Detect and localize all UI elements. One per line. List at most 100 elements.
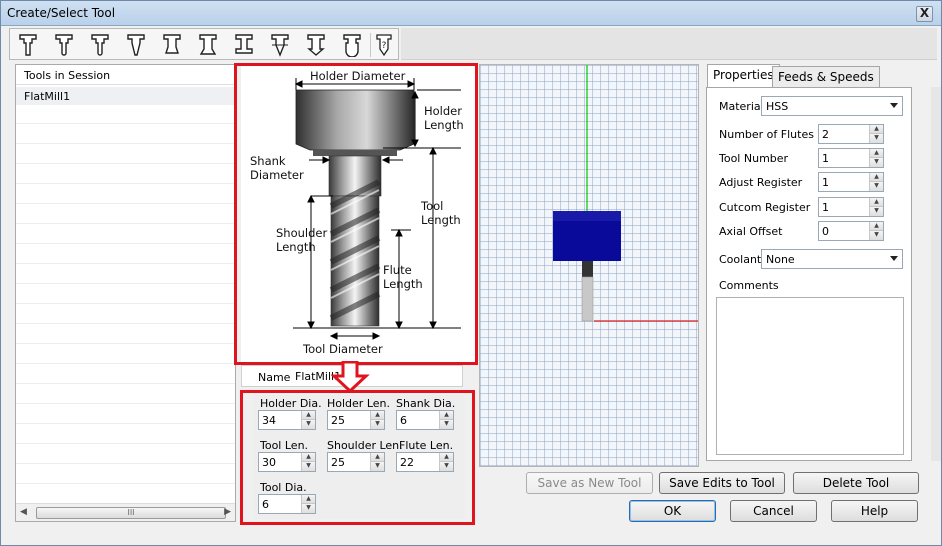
dovetail-mill-icon [199, 34, 217, 55]
tool-name-input[interactable] [293, 367, 461, 385]
custom-tool-button[interactable]: ? [372, 32, 396, 58]
title-bar: Create/Select Tool X [1, 1, 941, 26]
ball-mill-button[interactable] [84, 32, 116, 58]
chamfer-mill-icon [163, 34, 181, 54]
tool-number-field[interactable]: 1 ▲ ▼ [818, 148, 884, 168]
coolant-value: None [766, 253, 795, 266]
list-divider [16, 383, 235, 384]
material-select[interactable]: HSS [761, 96, 903, 116]
list-divider [16, 283, 235, 284]
scroll-right-icon[interactable]: ▶ [224, 507, 231, 517]
axial-offset-value: 0 [822, 225, 829, 238]
list-divider [16, 203, 235, 204]
properties-scrollbar[interactable] [931, 87, 941, 461]
close-icon: X [919, 6, 930, 20]
spin-down-icon[interactable]: ▼ [869, 231, 883, 240]
cutcom-register-field[interactable]: 1 ▲ ▼ [818, 197, 884, 217]
flat-mill-icon [19, 34, 37, 56]
axial-offset-field[interactable]: 0 ▲ ▼ [818, 221, 884, 241]
save-edits-to-tool-button[interactable]: Save Edits to Tool [659, 472, 785, 494]
counterbore-button[interactable] [336, 32, 368, 58]
drill-button[interactable] [300, 32, 332, 58]
tab-properties[interactable]: Properties [707, 64, 780, 88]
cutcom-register-label: Cutcom Register [719, 201, 811, 214]
engraving-tool-icon [271, 34, 289, 57]
number-of-flutes-value: 2 [822, 128, 829, 141]
tool-preview-drawing [553, 65, 698, 322]
spin-down-icon[interactable]: ▼ [869, 158, 883, 167]
spin-up-icon[interactable]: ▲ [869, 222, 883, 231]
help-button[interactable]: Help [831, 500, 918, 522]
adjust-register-field[interactable]: 1 ▲ ▼ [818, 172, 884, 192]
list-divider [16, 143, 235, 144]
chamfer-mill-button[interactable] [156, 32, 188, 58]
close-button[interactable]: X [916, 6, 933, 22]
tool-number-label: Tool Number [719, 152, 789, 165]
name-label: Name [258, 371, 291, 384]
toolbar-background [401, 28, 937, 60]
engraving-tool-button[interactable] [264, 32, 296, 58]
list-divider [16, 123, 235, 124]
coolant-select[interactable]: None [761, 249, 903, 269]
tab-feeds-speeds[interactable]: Feeds & Speeds [772, 66, 880, 87]
spin-up-icon[interactable]: ▲ [869, 149, 883, 158]
list-divider [16, 483, 235, 484]
list-divider [16, 183, 235, 184]
list-divider [16, 323, 235, 324]
parameters-highlight-box [240, 390, 475, 525]
tapered-mill-icon [127, 34, 145, 56]
spin-down-icon[interactable]: ▼ [869, 207, 883, 216]
toolbar-separator [370, 33, 371, 57]
adjust-register-value: 1 [822, 176, 829, 189]
comments-textarea[interactable] [716, 297, 904, 455]
cutcom-register-value: 1 [822, 201, 829, 214]
list-divider [16, 163, 235, 164]
properties-tabs: Properties Feeds & Speeds [706, 64, 938, 88]
material-value: HSS [766, 100, 789, 113]
slot-mill-icon [235, 34, 253, 54]
bull-mill-icon [55, 34, 73, 56]
bull-mill-button[interactable] [48, 32, 80, 58]
dovetail-mill-button[interactable] [192, 32, 224, 58]
list-divider [16, 363, 235, 364]
list-divider [16, 343, 235, 344]
list-divider [16, 263, 235, 264]
tool-type-toolbar: ? [9, 28, 399, 60]
ball-mill-icon [91, 34, 109, 56]
list-divider [16, 423, 235, 424]
tool-preview-viewport[interactable] [479, 64, 699, 467]
tapered-mill-button[interactable] [120, 32, 152, 58]
horizontal-scrollbar[interactable]: ◀ III ▶ [16, 503, 235, 521]
save-as-new-tool-button[interactable]: Save as New Tool [526, 472, 653, 494]
adjust-register-label: Adjust Register [719, 176, 803, 189]
spin-down-icon[interactable]: ▼ [869, 134, 883, 143]
spin-up-icon[interactable]: ▲ [869, 198, 883, 207]
diagram-highlight-box [234, 63, 478, 365]
list-divider [16, 463, 235, 464]
number-of-flutes-field[interactable]: 2 ▲ ▼ [818, 124, 884, 144]
tools-in-session-list[interactable]: Tools in Session FlatMill1 ◀ III ▶ [15, 64, 236, 522]
comments-label: Comments [719, 279, 779, 292]
counterbore-icon [343, 34, 361, 57]
list-divider [16, 223, 235, 224]
scroll-thumb[interactable]: III [36, 507, 226, 519]
spin-down-icon[interactable]: ▼ [869, 182, 883, 191]
highlight-arrow-icon [331, 361, 370, 393]
cancel-button[interactable]: Cancel [730, 500, 817, 522]
scroll-left-icon[interactable]: ◀ [20, 507, 27, 517]
axial-offset-label: Axial Offset [719, 225, 783, 238]
list-item[interactable]: FlatMill1 [16, 87, 235, 105]
spin-up-icon[interactable]: ▲ [869, 173, 883, 182]
list-divider [16, 243, 235, 244]
drill-icon [307, 34, 325, 56]
flat-mill-button[interactable] [12, 32, 44, 58]
delete-tool-button[interactable]: Delete Tool [793, 472, 919, 494]
custom-tool-icon: ? [376, 34, 392, 57]
viewport-gap [699, 64, 705, 467]
slot-mill-button[interactable] [228, 32, 260, 58]
spin-up-icon[interactable]: ▲ [869, 125, 883, 134]
material-label: Material [719, 100, 764, 113]
list-divider [16, 443, 235, 444]
create-select-tool-dialog: Create/Select Tool X ? Tools in Session … [0, 0, 942, 546]
ok-button[interactable]: OK [629, 500, 716, 522]
